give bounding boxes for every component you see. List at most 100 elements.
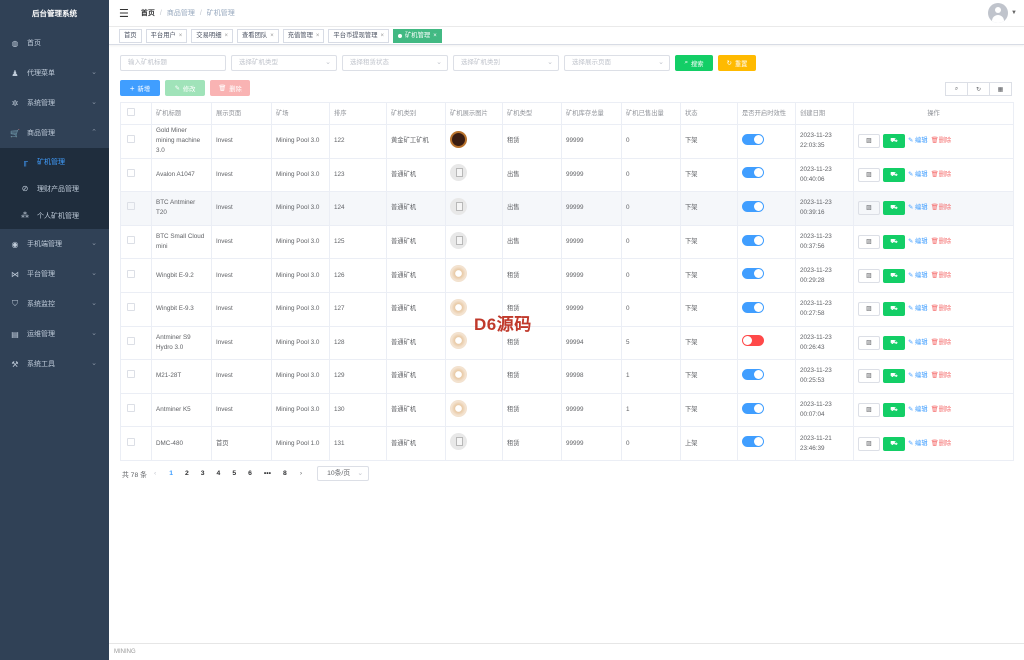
row-checkbox[interactable] <box>127 202 135 211</box>
row-edit-link[interactable]: ✎ 编辑 <box>908 136 928 146</box>
page-number[interactable]: 1 <box>169 470 173 477</box>
page-number[interactable]: 4 <box>217 470 221 477</box>
cart-button[interactable]: ⛟ <box>883 369 905 384</box>
rent-status-select[interactable]: 选择租赁状态 ⌄ <box>342 55 448 71</box>
tab-item[interactable]: 平台用户 × <box>145 28 188 43</box>
image-button[interactable]: ▨ <box>858 335 880 350</box>
row-checkbox[interactable] <box>127 437 135 446</box>
row-delete-link[interactable]: 🗑删除 <box>931 439 952 449</box>
row-delete-link[interactable]: 🗑删除 <box>931 237 952 247</box>
search-button[interactable]: ⌕ 搜索 <box>675 55 713 71</box>
refresh-icon[interactable]: ↻ <box>967 82 990 96</box>
cart-button[interactable]: ⛟ <box>883 436 905 451</box>
tab-item[interactable]: 首页 <box>119 28 142 43</box>
row-delete-link[interactable]: 🗑删除 <box>931 405 952 415</box>
tab-item[interactable]: 充值管理 × <box>282 28 325 43</box>
cart-button[interactable]: ⛟ <box>883 201 905 216</box>
row-edit-link[interactable]: ✎ 编辑 <box>908 371 928 381</box>
page-number[interactable]: 8 <box>283 470 287 477</box>
page-number[interactable]: 5 <box>232 470 236 477</box>
cart-button[interactable]: ⛟ <box>883 167 905 182</box>
cart-button[interactable]: ⛟ <box>883 235 905 250</box>
close-icon[interactable]: × <box>433 30 437 42</box>
cart-button[interactable]: ⛟ <box>883 302 905 317</box>
row-delete-link[interactable]: 🗑删除 <box>931 136 952 146</box>
cart-button[interactable]: ⛟ <box>883 335 905 350</box>
page-size-select[interactable]: 10条/页 ⌄ <box>317 466 370 481</box>
sidebar-item[interactable]: ╓ 矿机管理 <box>0 148 109 175</box>
row-delete-link[interactable]: 🗑删除 <box>931 203 952 213</box>
timeliness-switch[interactable] <box>742 368 764 380</box>
row-checkbox[interactable] <box>127 303 135 312</box>
row-edit-link[interactable]: ✎ 编辑 <box>908 338 928 348</box>
page-number[interactable]: ••• <box>264 470 271 477</box>
sidebar-item[interactable]: ⛉ 系统监控 ⌄ <box>0 289 109 319</box>
row-delete-link[interactable]: 🗑删除 <box>931 170 952 180</box>
avatar[interactable] <box>988 3 1008 23</box>
close-icon[interactable]: × <box>380 30 384 42</box>
sidebar-item[interactable]: ⋈ 平台管理 ⌄ <box>0 259 109 289</box>
tab-item[interactable]: 平台币提现管理 × <box>328 28 389 43</box>
row-checkbox[interactable] <box>127 168 135 177</box>
close-icon[interactable]: × <box>270 30 274 42</box>
columns-icon[interactable]: ▦ <box>989 82 1012 96</box>
hamburger-icon[interactable]: ☰ <box>119 7 129 20</box>
image-button[interactable]: ▨ <box>858 436 880 451</box>
sidebar-item[interactable]: ⊘ 理财产品管理 <box>0 175 109 202</box>
sidebar-item[interactable]: ♟ 代理菜单 ⌄ <box>0 58 109 88</box>
tab-item[interactable]: 矿机管理 × <box>393 28 442 43</box>
row-edit-link[interactable]: ✎ 编辑 <box>908 304 928 314</box>
cart-button[interactable]: ⛟ <box>883 403 905 418</box>
image-button[interactable]: ▨ <box>858 302 880 317</box>
image-button[interactable]: ▨ <box>858 134 880 149</box>
timeliness-switch[interactable] <box>742 402 764 414</box>
close-icon[interactable]: × <box>179 30 183 42</box>
row-edit-link[interactable]: ✎ 编辑 <box>908 405 928 415</box>
close-icon[interactable]: × <box>316 30 320 42</box>
prev-page-icon[interactable]: ‹ <box>154 470 156 477</box>
page-number[interactable]: 3 <box>201 470 205 477</box>
image-button[interactable]: ▨ <box>858 369 880 384</box>
row-checkbox[interactable] <box>127 236 135 245</box>
row-edit-link[interactable]: ✎ 编辑 <box>908 271 928 281</box>
sidebar-item[interactable]: ◍ 首页 <box>0 28 109 58</box>
sidebar-item[interactable]: ⁂ 个人矿机管理 <box>0 202 109 229</box>
delete-button[interactable]: 🗑 删除 <box>210 80 250 96</box>
row-edit-link[interactable]: ✎ 编辑 <box>908 203 928 213</box>
cart-button[interactable]: ⛟ <box>883 134 905 149</box>
timeliness-switch[interactable] <box>742 335 764 347</box>
next-page-icon[interactable]: › <box>300 470 302 477</box>
page-number[interactable]: 2 <box>185 470 189 477</box>
type-select[interactable]: 选择矿机类型 ⌄ <box>231 55 337 71</box>
toggle-search-icon[interactable]: ⌕ <box>945 82 968 96</box>
page-select[interactable]: 选择展示页面 ⌄ <box>564 55 670 71</box>
add-button[interactable]: + 新增 <box>120 80 160 96</box>
row-checkbox[interactable] <box>127 269 135 278</box>
page-number[interactable]: 6 <box>248 470 252 477</box>
row-checkbox[interactable] <box>127 336 135 345</box>
timeliness-switch[interactable] <box>742 301 764 313</box>
row-delete-link[interactable]: 🗑删除 <box>931 338 952 348</box>
row-checkbox[interactable] <box>127 370 135 379</box>
edit-button[interactable]: ✎ 修改 <box>165 80 205 96</box>
sidebar-item[interactable]: 🛒 商品管理 ⌃ <box>0 118 109 148</box>
timeliness-switch[interactable] <box>742 167 764 179</box>
image-button[interactable]: ▨ <box>858 403 880 418</box>
image-button[interactable]: ▨ <box>858 268 880 283</box>
breadcrumb-item[interactable]: 首页 <box>141 8 155 18</box>
timeliness-switch[interactable] <box>742 200 764 212</box>
sidebar-item[interactable]: ▤ 运维管理 ⌄ <box>0 319 109 349</box>
timeliness-switch[interactable] <box>742 133 764 145</box>
row-edit-link[interactable]: ✎ 编辑 <box>908 170 928 180</box>
row-checkbox[interactable] <box>127 404 135 413</box>
image-button[interactable]: ▨ <box>858 167 880 182</box>
timeliness-switch[interactable] <box>742 268 764 280</box>
row-delete-link[interactable]: 🗑删除 <box>931 371 952 381</box>
close-icon[interactable]: × <box>224 30 228 42</box>
sidebar-item[interactable]: ◉ 手机端管理 ⌄ <box>0 229 109 259</box>
timeliness-switch[interactable] <box>742 234 764 246</box>
timeliness-switch[interactable] <box>742 436 764 448</box>
tab-item[interactable]: 查看团队 × <box>237 28 279 43</box>
sidebar-item[interactable]: ⚒ 系统工具 ⌄ <box>0 349 109 379</box>
image-button[interactable]: ▨ <box>858 235 880 250</box>
